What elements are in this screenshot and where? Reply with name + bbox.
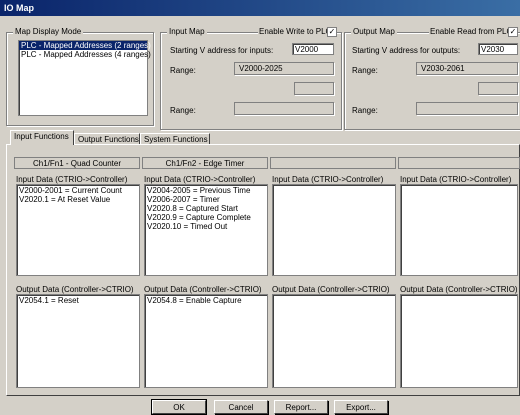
- input-range2-label: Range:: [170, 106, 196, 115]
- input-data-label-1: Input Data (CTRIO->Controller): [16, 175, 128, 184]
- input-data-line: V2020.9 = Capture Complete: [147, 213, 251, 222]
- map-mode-item-2-ranges[interactable]: PLC - Mapped Addresses (2 ranges): [19, 41, 151, 50]
- input-data-box-3: [272, 184, 396, 276]
- input-data-label-2: Input Data (CTRIO->Controller): [144, 175, 256, 184]
- output-data-box-2: V2054.8 = Enable Capture: [144, 294, 268, 388]
- input-data-label-4: Input Data (CTRIO->Controller): [400, 175, 512, 184]
- input-start-field[interactable]: V2000: [292, 43, 334, 55]
- output-range-value: V2030-2061: [416, 62, 518, 75]
- input-data-line: V2006-2007 = Timer: [147, 195, 220, 204]
- enable-read-label: Enable Read from PLC: [429, 27, 514, 36]
- window-title: IO Map: [0, 0, 520, 16]
- output-range-label: Range:: [352, 66, 378, 75]
- output-data-label-4: Output Data (Controller->CTRIO): [400, 285, 518, 294]
- output-start-label: Starting V address for outputs:: [352, 46, 461, 55]
- column-header-3: [270, 157, 396, 169]
- enable-write-label: Enable Write to PLC: [258, 27, 333, 36]
- ok-button[interactable]: OK: [151, 399, 207, 415]
- column-header-2: Ch1/Fn2 - Edge Timer: [142, 157, 268, 169]
- input-map-title: Input Map: [167, 27, 207, 36]
- enable-write-checkbox[interactable]: ✓: [327, 27, 337, 37]
- input-range2-value: [234, 102, 334, 115]
- input-range-extra-box: [294, 82, 334, 95]
- map-display-mode-list[interactable]: PLC - Mapped Addresses (2 ranges) PLC - …: [18, 40, 151, 116]
- column-header-4: [398, 157, 520, 169]
- output-data-label-1: Output Data (Controller->CTRIO): [16, 285, 134, 294]
- output-data-line: V2054.8 = Enable Capture: [147, 296, 242, 305]
- input-data-label-3: Input Data (CTRIO->Controller): [272, 175, 384, 184]
- map-display-mode-title: Map Display Mode: [13, 27, 84, 36]
- input-data-box-2: V2004-2005 = Previous Time V2006-2007 = …: [144, 184, 268, 276]
- report-button[interactable]: Report...: [274, 400, 328, 414]
- output-start-field[interactable]: V2030: [478, 43, 518, 55]
- input-data-box-1: V2000-2001 = Current Count V2020.1 = At …: [16, 184, 140, 276]
- column-header-1: Ch1/Fn1 - Quad Counter: [14, 157, 140, 169]
- output-map-title: Output Map: [351, 27, 397, 36]
- output-range2-label: Range:: [352, 106, 378, 115]
- input-data-line: V2020.1 = At Reset Value: [19, 195, 111, 204]
- input-data-box-4: [400, 184, 518, 276]
- output-data-label-3: Output Data (Controller->CTRIO): [272, 285, 390, 294]
- enable-read-checkbox[interactable]: ✓: [508, 27, 518, 37]
- export-button[interactable]: Export...: [334, 400, 388, 414]
- input-data-line: V2020.8 = Captured Start: [147, 204, 238, 213]
- input-range-label: Range:: [170, 66, 196, 75]
- output-data-box-4: [400, 294, 518, 388]
- output-data-box-3: [272, 294, 396, 388]
- map-mode-item-4-ranges[interactable]: PLC - Mapped Addresses (4 ranges): [19, 50, 151, 59]
- input-range-value: V2000-2025: [234, 62, 334, 75]
- input-data-line: V2020.10 = Timed Out: [147, 222, 228, 231]
- tab-input-functions[interactable]: Input Functions: [10, 130, 74, 145]
- input-data-line: V2004-2005 = Previous Time: [147, 186, 251, 195]
- input-start-label: Starting V address for inputs:: [170, 46, 274, 55]
- output-data-line: V2054.1 = Reset: [19, 296, 79, 305]
- cancel-button[interactable]: Cancel: [214, 400, 268, 414]
- output-range2-value: [416, 102, 518, 115]
- output-data-label-2: Output Data (Controller->CTRIO): [144, 285, 262, 294]
- output-range-extra-box: [478, 82, 518, 95]
- input-data-line: V2000-2001 = Current Count: [19, 186, 122, 195]
- output-data-box-1: V2054.1 = Reset: [16, 294, 140, 388]
